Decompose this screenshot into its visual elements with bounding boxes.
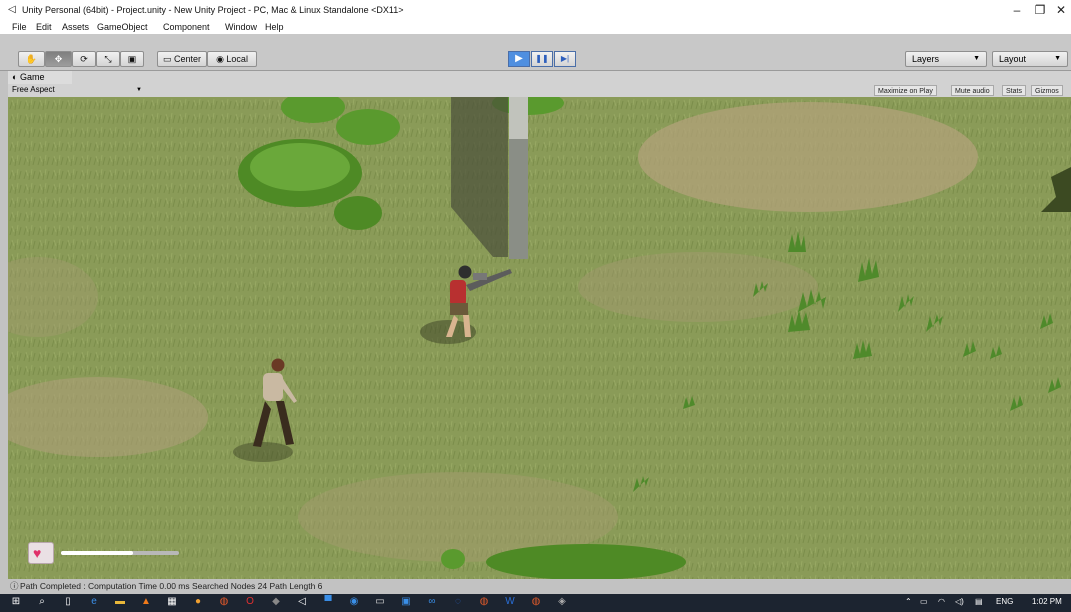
toolbar: ✋ ✥ ⟳ ⤡ ▣ ▭ Center ◉ Local ▶ ❚❚ ▶| Layer… [0, 34, 1071, 71]
chrome-icon[interactable]: ◍ [218, 596, 230, 608]
layout-label: Layout [999, 54, 1027, 64]
move-icon: ✥ [54, 54, 63, 64]
app-icon[interactable]: ◆ [270, 596, 282, 608]
vlc-icon[interactable]: ▲ [140, 596, 152, 608]
rect-icon: ▣ [127, 54, 137, 64]
pause-icon: ❚❚ [535, 54, 549, 63]
chevron-down-icon: ▼ [973, 55, 980, 62]
health-heart-frame: ♥ [28, 542, 54, 564]
file-explorer-icon[interactable]: ▬ [114, 596, 126, 608]
pivot-center-button[interactable]: ▭ Center [157, 51, 207, 67]
app-icon[interactable]: ◈ [556, 596, 568, 608]
game-view-header: ◐ Game Free Aspect ▼ Maximize on Play Mut… [8, 71, 1071, 98]
search-icon[interactable]: ⌕ [36, 596, 48, 608]
menu-file[interactable]: File [12, 22, 27, 32]
app-icon[interactable]: ◉ [348, 596, 360, 608]
stone-pillar-top [509, 97, 528, 139]
window-title: Unity Personal (64bit) - Project.unity -… [22, 5, 404, 15]
pivot-local-button[interactable]: ◉ Local [207, 51, 257, 67]
health-bar-fill [61, 551, 133, 555]
tab-game-label: Game [19, 72, 45, 82]
pivot-icon: ▭ [162, 54, 174, 64]
word-icon[interactable]: W [504, 596, 516, 608]
windows-start-icon[interactable]: ⊞ [10, 596, 22, 608]
app-icon[interactable]: ◍ [530, 596, 542, 608]
stats-toggle[interactable]: Stats [1002, 85, 1026, 96]
globe-icon: ◉ [216, 54, 227, 64]
bush [441, 549, 465, 569]
scale-icon: ⤡ [104, 54, 112, 64]
clock[interactable]: 1:02 PM [1032, 597, 1062, 606]
wifi-icon[interactable]: ◠ [938, 597, 945, 606]
game-scene [8, 97, 1071, 579]
tray-chevron-icon[interactable]: ⌃ [905, 597, 912, 606]
tab-game[interactable]: ◐ Game [8, 71, 72, 84]
edge-browser-icon[interactable]: e [88, 596, 100, 608]
layout-dropdown[interactable]: Layout ▼ [992, 51, 1068, 67]
status-message: Path Completed : Computation Time 0.00 m… [20, 581, 323, 591]
pivot-label: Center [174, 54, 202, 64]
maximize-on-play-toggle[interactable]: Maximize on Play [874, 85, 937, 96]
space-label: Local [226, 54, 248, 64]
info-icon: ⓘ [10, 581, 19, 591]
menu-assets[interactable]: Assets [62, 22, 89, 32]
dirt-patch [578, 252, 818, 322]
hand-tool-button[interactable]: ✋ [18, 51, 45, 67]
windows-taskbar: ⊞ ⌕ ▯ e ▬ ▲ ▦ ● ◍ O ◆ ◁ ▀ ◉ ▭ ▣ ∞ ◌ ◍ W … [0, 594, 1071, 612]
chevron-down-icon: ▼ [1054, 55, 1061, 62]
aspect-dropdown[interactable]: Free Aspect ▼ [8, 84, 142, 96]
app-icon[interactable]: ◌ [452, 596, 464, 608]
chevron-down-icon: ▼ [136, 87, 142, 93]
battery-icon[interactable]: ▭ [920, 597, 928, 606]
rect-tool-button[interactable]: ▣ [120, 51, 144, 67]
rotate-icon: ⟳ [80, 54, 88, 64]
console-status-bar[interactable]: ⓘ Path Completed : Computation Time 0.00… [0, 579, 1071, 594]
aspect-label: Free Aspect [12, 85, 55, 94]
move-tool-button[interactable]: ✥ [45, 51, 72, 67]
task-view-icon[interactable]: ▯ [62, 596, 74, 608]
bush [334, 196, 382, 230]
menu-component[interactable]: Component [163, 22, 210, 32]
mute-audio-toggle[interactable]: Mute audio [951, 85, 994, 96]
unity-taskbar-icon[interactable]: ◁ [296, 596, 308, 608]
gizmos-dropdown[interactable]: Gizmos [1031, 85, 1063, 96]
app-icon[interactable]: ▣ [400, 596, 412, 608]
game-viewport[interactable]: ♥ [8, 97, 1071, 579]
heart-icon: ♥ [33, 545, 42, 561]
scale-tool-button[interactable]: ⤡ [96, 51, 120, 67]
volume-icon[interactable]: ◁) [955, 597, 964, 606]
window-title-bar: ◁ Unity Personal (64bit) - Project.unity… [0, 0, 1071, 20]
visual-studio-icon[interactable]: ∞ [426, 596, 438, 608]
bush-highlight [250, 143, 350, 191]
layers-dropdown[interactable]: Layers ▼ [905, 51, 987, 67]
play-icon: ▶ [515, 53, 523, 64]
bush [486, 544, 686, 579]
menu-bar: File Edit Assets GameObject Component Wi… [0, 20, 1071, 34]
app-icon[interactable]: ● [192, 596, 204, 608]
layers-label: Layers [912, 54, 940, 64]
play-button[interactable]: ▶ [508, 51, 530, 67]
menu-window[interactable]: Window [225, 22, 257, 32]
game-tab-icon: ◐ [12, 72, 20, 82]
action-center-icon[interactable]: ▤ [975, 597, 983, 606]
pause-button[interactable]: ❚❚ [531, 51, 553, 67]
app-icon[interactable]: ▭ [374, 596, 386, 608]
opera-icon[interactable]: O [244, 596, 256, 608]
rotate-tool-button[interactable]: ⟳ [72, 51, 96, 67]
store-icon[interactable]: ▦ [166, 596, 178, 608]
step-button[interactable]: ▶| [554, 51, 576, 67]
menu-help[interactable]: Help [265, 22, 284, 32]
app-icon[interactable]: ◍ [478, 596, 490, 608]
app-icon[interactable]: ▀ [322, 596, 334, 608]
language-indicator[interactable]: ENG [996, 597, 1013, 606]
menu-gameobject[interactable]: GameObject [97, 22, 148, 32]
dirt-patch [638, 102, 978, 212]
menu-edit[interactable]: Edit [36, 22, 52, 32]
step-icon: ▶| [560, 54, 570, 63]
close-button[interactable]: ✕ [1046, 2, 1071, 18]
hand-icon: ✋ [25, 54, 38, 64]
unity-logo-icon: ◁ [8, 4, 16, 15]
bush [336, 109, 400, 145]
health-bar [61, 551, 179, 555]
